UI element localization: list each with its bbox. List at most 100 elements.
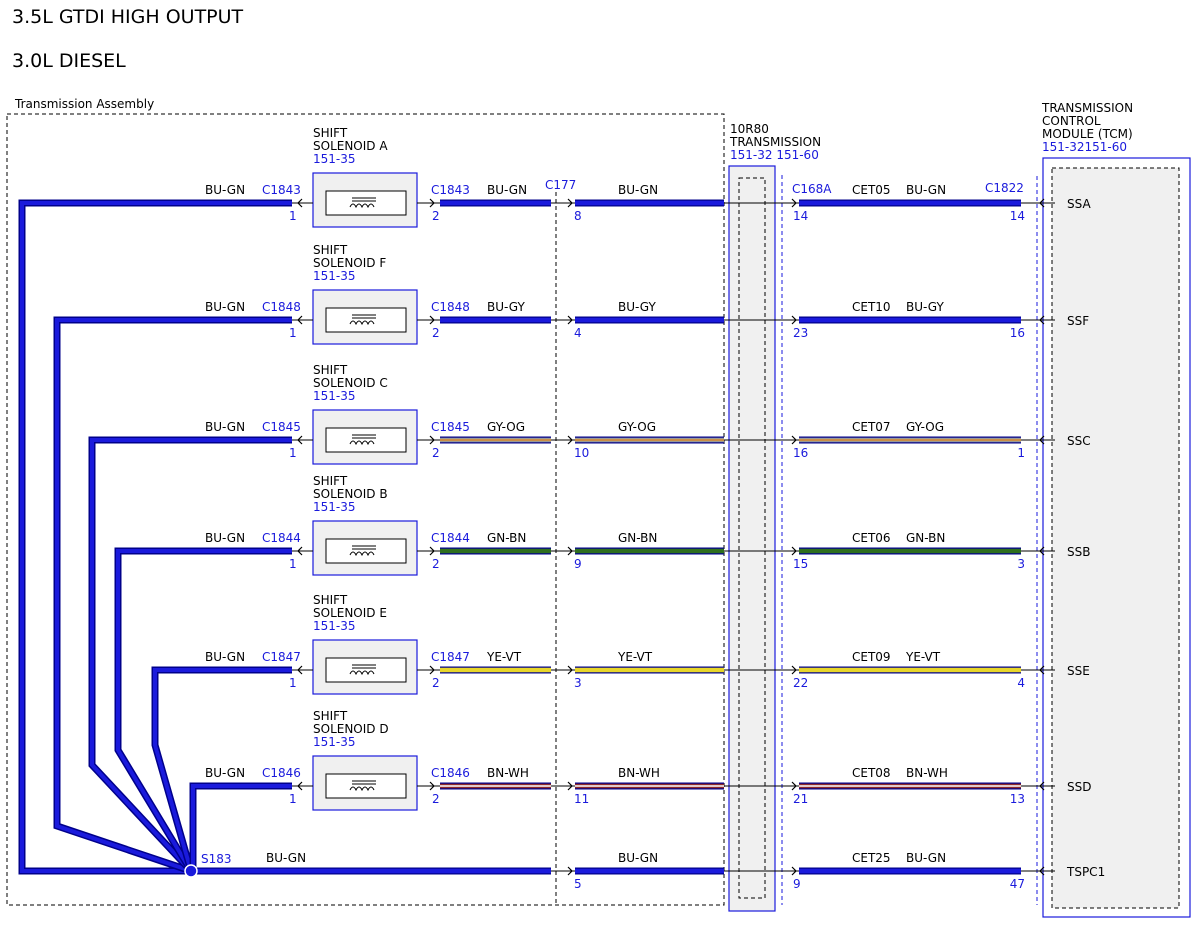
c168a-pin: 15 [793,557,808,571]
wire-color-2: YE-VT [617,650,653,664]
solenoid-connector-left: C1848 [262,300,301,314]
c1822-pin: 3 [1017,557,1025,571]
tcm-signal: SSD [1067,780,1091,794]
engine-title-1: 3.5L GTDI HIGH OUTPUT [12,6,244,28]
circuit-id: CET07 [852,420,891,434]
tcm-signal: SSA [1067,197,1091,211]
solenoid-ref: 151-35 [313,389,356,403]
c177-pin: 11 [574,792,589,806]
wire-color-2: GN-BN [618,531,657,545]
solenoid-pin-right: 2 [432,446,440,460]
c168a-pin: 9 [793,877,801,891]
circuit-sse: SHIFTSOLENOID E151-35 BU-GN C1847 1 C1847 2 YE… [205,593,1090,695]
solenoid-label-shift: SHIFT [313,593,348,607]
circuit-id: CET06 [852,531,891,545]
solenoid-ref: 151-35 [313,735,356,749]
wire-color-1: BN-WH [487,766,529,780]
tcm-name-line2: CONTROL [1042,114,1101,128]
solenoid-coil-box [325,307,407,333]
solenoid-label-shift: SHIFT [313,243,348,257]
c177-label: C177 [545,178,576,192]
c1822-pin: 1 [1017,446,1025,460]
c177-pin: 5 [574,877,582,891]
solenoid-pin-right: 2 [432,326,440,340]
wire-color-3: BU-GN [906,183,946,197]
circuit-id: CET08 [852,766,891,780]
solenoid-coil-box [325,538,407,564]
solenoid-label-letter: SOLENOID E [313,606,387,620]
solenoid-connector-left: C1847 [262,650,301,664]
solenoid-label-letter: SOLENOID C [313,376,388,390]
c168a-pin: 21 [793,792,808,806]
solenoid-pin-left: 1 [289,446,297,460]
c1822-pin: 47 [1010,877,1025,891]
solenoid-label-shift: SHIFT [313,363,348,377]
c1822-pin: 4 [1017,676,1025,690]
ground-harness [18,199,292,875]
c1822-pin: 14 [1010,209,1025,223]
transmission-ref: 151-32 151-60 [730,148,819,162]
left-wire-color: BU-GN [205,420,245,434]
wire-color-1: BU-GN [487,183,527,197]
wire-color-3: GY-OG [906,420,944,434]
c177-pin: 10 [574,446,589,460]
circuit-id: CET09 [852,650,891,664]
c168a-label: C168A [792,182,832,196]
solenoid-pin-right: 2 [432,209,440,223]
left-wire-color: BU-GN [205,650,245,664]
wire-color-3: GN-BN [906,531,945,545]
circuit-ssc: SHIFTSOLENOID C151-35 BU-GN C1845 1 C1845 2 GY… [205,363,1091,465]
transmission-name-line2: TRANSMISSION [729,135,821,149]
transmission-connector-body [728,165,776,912]
splice-wire-color: BU-GN [266,851,306,865]
solenoid-label-letter: SOLENOID F [313,256,386,270]
wire-color-1: GY-OG [487,420,525,434]
solenoid-connector-right: C1843 [431,183,470,197]
c168a-pin: 16 [793,446,808,460]
circuit-rows: SHIFTSOLENOID A151-35BU-GN C18431C18432BU… [184,126,1105,891]
wire-color-3: BU-GN [906,851,946,865]
wire-color-2: BU-GY [618,300,656,314]
solenoid-connector-left: C1846 [262,766,301,780]
solenoid-ref: 151-35 [313,500,356,514]
wire-color-3: BU-GY [906,300,944,314]
wire-color-3: YE-VT [905,650,941,664]
solenoid-ref: 151-35 [313,269,356,283]
c168a-pin: 22 [793,676,808,690]
transmission-assembly-label: Transmission Assembly [14,97,154,111]
circuit-ssd: SHIFTSOLENOID D151-35 BU-GN C1846 1 C1846 2 BN… [205,709,1091,811]
solenoid-coil-box [325,190,407,216]
solenoid-connector-right: C1847 [431,650,470,664]
solenoid-pin-left: 1 [289,676,297,690]
tcm-signal: TSPC1 [1066,865,1105,879]
tcm-name-line3: MODULE (TCM) [1042,127,1133,141]
solenoid-connector-right: C1848 [431,300,470,314]
solenoid-pin-left: 1 [289,557,297,571]
splice-s183-dot [184,864,198,878]
c177-pin: 4 [574,326,582,340]
engine-title-2: 3.0L DIESEL [12,50,126,72]
solenoid-connector-right: C1845 [431,420,470,434]
wire-color-1: GN-BN [487,531,526,545]
circuit-ssf: SHIFTSOLENOID F151-35 BU-GN C1848 1 C1848 2 BU… [205,243,1089,345]
solenoid-coil-box [325,657,407,683]
wire-color-2: BU-GN [618,183,658,197]
ground-pipe-1 [20,201,292,873]
solenoid-ref: 151-35 [313,619,356,633]
c1822-pin: 16 [1010,326,1025,340]
solenoid-pin-left: 1 [289,792,297,806]
solenoid-ref: 151-35 [313,152,356,166]
solenoid-connector-left: C1843 [262,183,301,197]
wire-color-1: YE-VT [486,650,522,664]
solenoid-label-shift: SHIFT [313,709,348,723]
solenoid-connector-right: C1844 [431,531,470,545]
c1822-label: C1822 [985,181,1024,195]
solenoid-connector-left: C1844 [262,531,301,545]
solenoid-coil-box [325,773,407,799]
tcm-signal: SSF [1067,314,1089,328]
left-wire-color: BU-GN [205,766,245,780]
c168a-pin: 23 [793,326,808,340]
solenoid-label-letter: SOLENOID D [313,722,389,736]
solenoid-pin-right: 2 [432,557,440,571]
left-wire-color: BU-GN [205,183,245,197]
